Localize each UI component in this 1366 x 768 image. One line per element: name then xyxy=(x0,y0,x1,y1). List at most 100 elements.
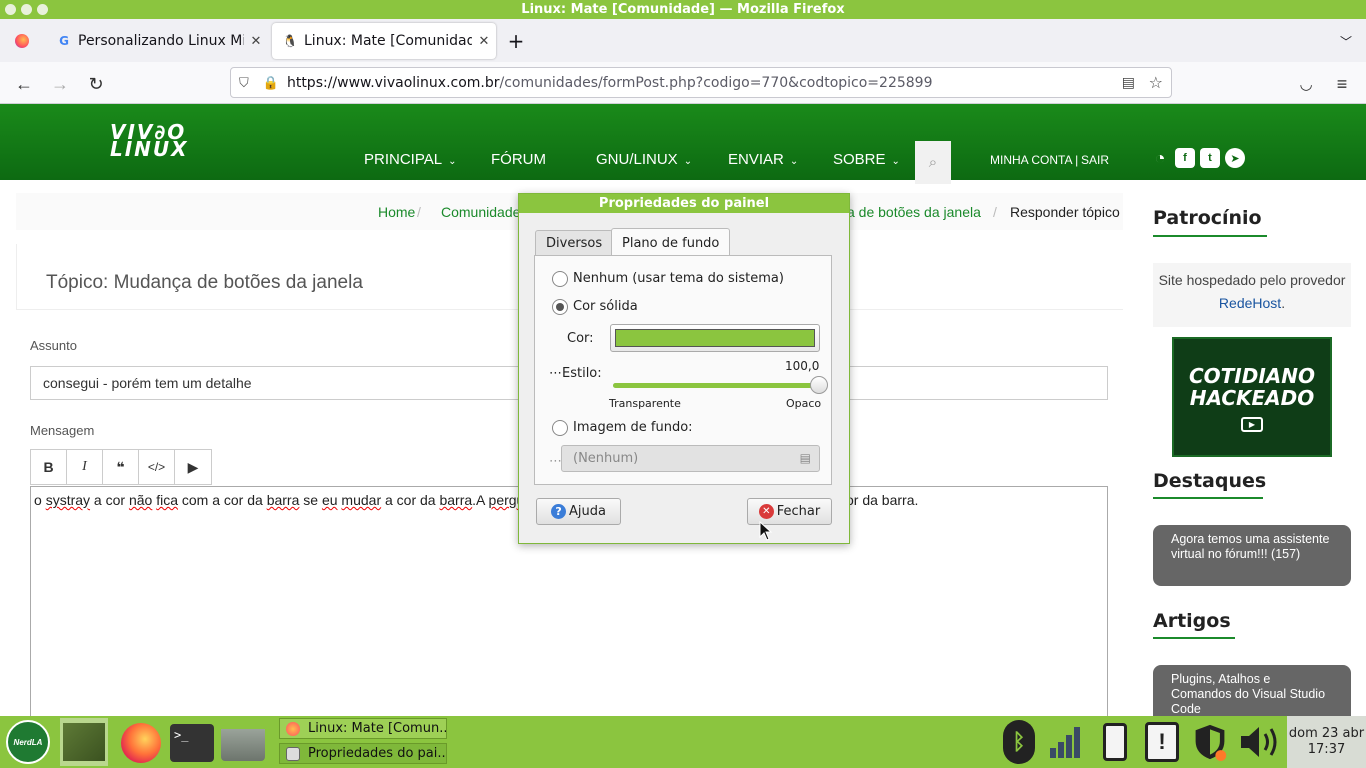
site-search-button[interactable]: ⌕ xyxy=(915,141,951,184)
editor-toolbar: B I ❝ </> ▶ xyxy=(30,449,212,485)
lock-icon[interactable]: 🔒 xyxy=(263,75,279,91)
menu-enviar[interactable]: ENVIAR ⌄ xyxy=(728,151,798,168)
bold-button[interactable]: B xyxy=(31,450,67,484)
breadcrumb-current: Responder tópico xyxy=(1010,203,1120,220)
close-tab-icon[interactable]: ✕ xyxy=(472,34,496,49)
telegram-icon[interactable]: ➤ xyxy=(1225,148,1245,168)
style-label: ⋯Estilo: xyxy=(549,366,602,381)
highlights-heading: Destaques xyxy=(1153,470,1267,492)
breadcrumb-topic[interactable]: a de botões da janela xyxy=(847,204,981,220)
radio-none[interactable] xyxy=(552,271,568,287)
site-logo[interactable]: VIV∂O LINUX xyxy=(110,122,189,159)
chevron-down-icon: ⌄ xyxy=(448,156,457,167)
forward-button[interactable]: → xyxy=(46,70,74,98)
url-text[interactable]: https://www.vivaolinux.com.br/comunidade… xyxy=(287,75,933,91)
my-account-link[interactable]: MINHA CONTA | xyxy=(990,153,1078,167)
window-close-button[interactable] xyxy=(5,4,16,15)
tab-diversos[interactable]: Diversos xyxy=(535,230,614,256)
volume-icon[interactable] xyxy=(1238,722,1282,762)
tab-personalizando[interactable]: G Personalizando Linux Mint - ✕ xyxy=(46,23,268,59)
taskbar-window-firefox[interactable]: Linux: Mate [Comun... xyxy=(279,718,447,739)
message-label: Mensagem xyxy=(30,423,95,438)
opacity-slider-handle[interactable] xyxy=(810,376,828,394)
app-menu-icon[interactable]: ≡ xyxy=(1328,70,1356,98)
color-picker-button[interactable] xyxy=(610,324,820,352)
reader-mode-icon[interactable]: ▤ xyxy=(1122,74,1135,91)
radio-solid-color[interactable] xyxy=(552,299,568,315)
radio-none-label: Nenhum (usar tema do sistema) xyxy=(573,271,784,286)
panel-icon xyxy=(286,746,300,761)
image-file-chooser[interactable]: (Nenhum) ▤ xyxy=(561,445,820,472)
site-header: VIV∂O LINUX PRINCIPAL ⌄ FÓRUM GNU/LINUX ⌄ … xyxy=(0,104,1366,184)
window-titlebar: Linux: Mate [Comunidade] — Mozilla Firef… xyxy=(0,0,1366,19)
pocket-icon[interactable]: ◡ xyxy=(1292,70,1320,98)
help-button[interactable]: ? Ajuda xyxy=(536,498,621,525)
new-tab-button[interactable]: + xyxy=(502,23,530,59)
window-maximize-button[interactable] xyxy=(37,4,48,15)
firefox-view-button[interactable] xyxy=(4,23,40,59)
italic-button[interactable]: I xyxy=(67,450,103,484)
menu-forum[interactable]: FÓRUM xyxy=(491,151,546,168)
transparent-label: Transparente xyxy=(609,397,681,410)
menu-logo-icon: NerdLA xyxy=(6,720,50,764)
bluetooth-icon[interactable]: ᛒ xyxy=(1001,720,1037,764)
firefox-icon xyxy=(121,723,161,763)
menu-principal[interactable]: PRINCIPAL ⌄ xyxy=(364,151,456,168)
menu-sobre[interactable]: SOBRE ⌄ xyxy=(833,151,900,168)
code-button[interactable]: </> xyxy=(139,450,175,484)
highlight-card[interactable]: Agora temos uma assistente virtual no fó… xyxy=(1153,525,1351,586)
url-bar[interactable]: ⛉ 🔒 https://www.vivaolinux.com.br/comuni… xyxy=(230,67,1172,98)
opacity-slider-fill xyxy=(613,383,819,388)
window-minimize-button[interactable] xyxy=(21,4,32,15)
network-icon[interactable] xyxy=(1048,722,1084,762)
clipboard-icon[interactable]: ! xyxy=(1144,722,1180,762)
quote-button[interactable]: ❝ xyxy=(103,450,139,484)
list-tabs-chevron-icon[interactable]: ﹀ xyxy=(1334,23,1358,59)
close-icon: ✕ xyxy=(758,504,774,519)
dialog-title: Propriedades do painel xyxy=(519,194,849,213)
redehost-link[interactable]: RedeHost xyxy=(1219,295,1281,311)
taskbar: NerdLA >_ Linux: Mate [Comun... Propried… xyxy=(0,716,1366,768)
nav-bar: ← → ↻ ⛉ 🔒 https://www.vivaolinux.com.br/… xyxy=(0,62,1366,104)
folder-icon xyxy=(221,725,265,761)
desktop-icon xyxy=(63,723,105,761)
twitter-icon[interactable]: t xyxy=(1200,148,1220,168)
shield-icon[interactable]: ⛉ xyxy=(239,75,249,91)
show-desktop-button[interactable] xyxy=(60,718,108,766)
color-swatch xyxy=(615,329,815,347)
tux-icon: 🐧 xyxy=(282,34,298,48)
chevron-down-icon: ⌄ xyxy=(683,156,693,167)
background-panel: Nenhum (usar tema do sistema) Cor sólida… xyxy=(534,255,832,485)
back-button[interactable]: ← xyxy=(10,70,38,98)
search-icon: ⌕ xyxy=(928,154,938,171)
ad-banner[interactable]: COTIDIANO HACKEADO ▶ xyxy=(1172,337,1332,457)
menu-gnu-linux[interactable]: GNU/LINUX ⌄ xyxy=(596,151,692,168)
radio-image-label: Imagem de fundo: xyxy=(573,420,693,435)
reload-button[interactable]: ↻ xyxy=(82,70,110,98)
files-launcher[interactable] xyxy=(219,720,267,766)
taskbar-window-panel-properties[interactable]: Propriedades do pai... xyxy=(279,743,447,764)
file-icon: ▤ xyxy=(799,451,811,465)
tab-plano-de-fundo[interactable]: Plano de fundo xyxy=(611,228,731,257)
battery-icon[interactable] xyxy=(1097,722,1133,762)
facebook-icon[interactable]: f xyxy=(1175,148,1195,168)
radio-solid-label: Cor sólida xyxy=(573,299,638,314)
terminal-launcher[interactable]: >_ xyxy=(169,720,215,766)
radio-image[interactable] xyxy=(552,420,568,436)
clock[interactable]: dom 23 abr 17:37 xyxy=(1287,716,1366,768)
tab-linux-mate[interactable]: 🐧 Linux: Mate [Comunidade] ✕ xyxy=(272,23,496,59)
firefox-launcher[interactable] xyxy=(118,720,164,766)
start-menu-button[interactable]: NerdLA xyxy=(4,718,52,766)
color-label: Cor: xyxy=(567,331,594,346)
close-tab-icon[interactable]: ✕ xyxy=(244,34,268,49)
bookmark-star-icon[interactable]: ☆ xyxy=(1149,73,1163,93)
rss-icon[interactable]: ◔ xyxy=(1150,148,1170,168)
breadcrumb-home[interactable]: Home xyxy=(378,204,415,220)
video-button[interactable]: ▶ xyxy=(175,450,211,484)
logout-link[interactable]: SAIR xyxy=(1081,153,1109,167)
google-icon: G xyxy=(59,34,69,48)
style-value: 100,0 xyxy=(785,359,820,373)
breadcrumb-community[interactable]: Comunidade xyxy=(441,204,520,220)
shield-update-icon[interactable] xyxy=(1192,722,1228,762)
opacity-slider-track[interactable] xyxy=(613,376,828,394)
